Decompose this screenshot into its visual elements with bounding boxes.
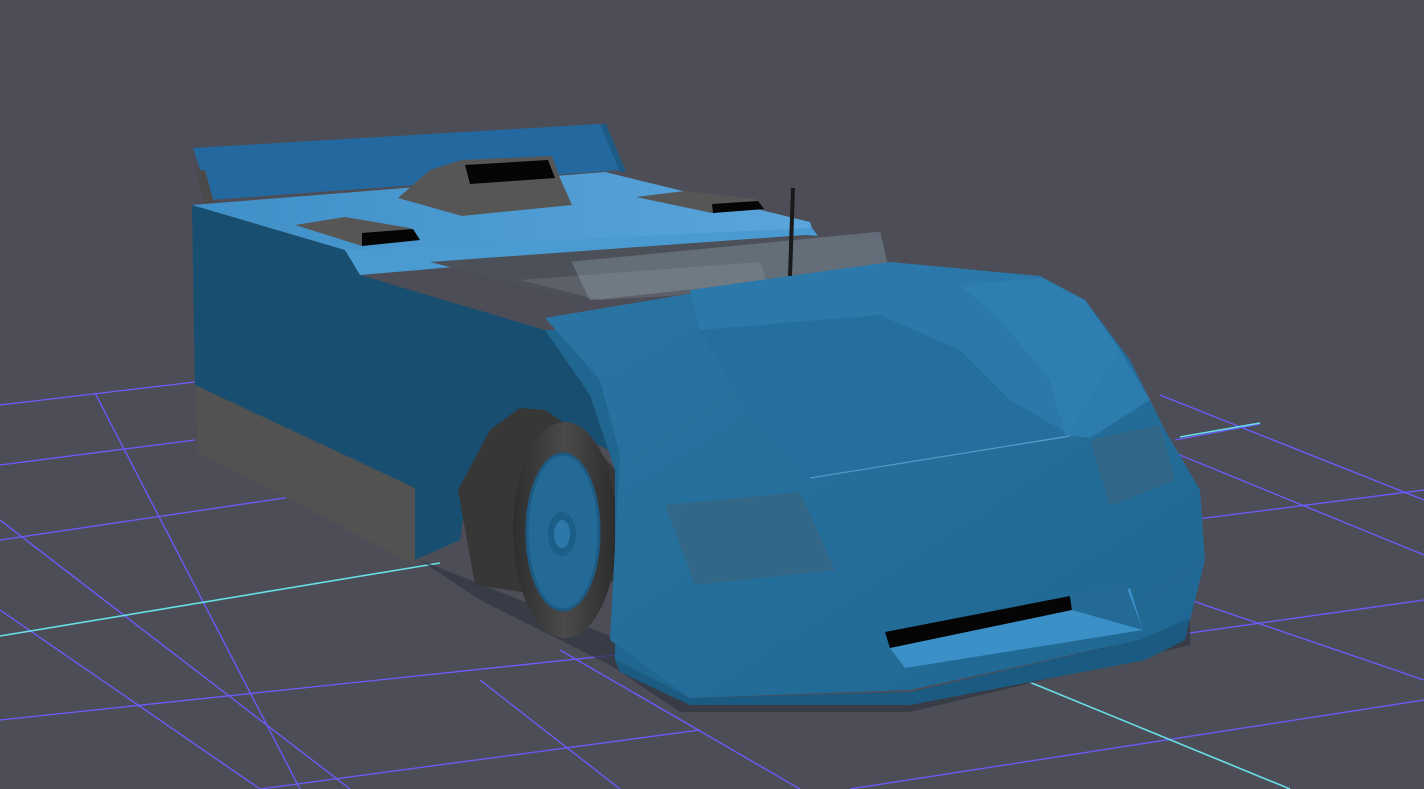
front-wheel-hub-center [554,520,570,548]
3d-viewport[interactable] [0,0,1424,789]
